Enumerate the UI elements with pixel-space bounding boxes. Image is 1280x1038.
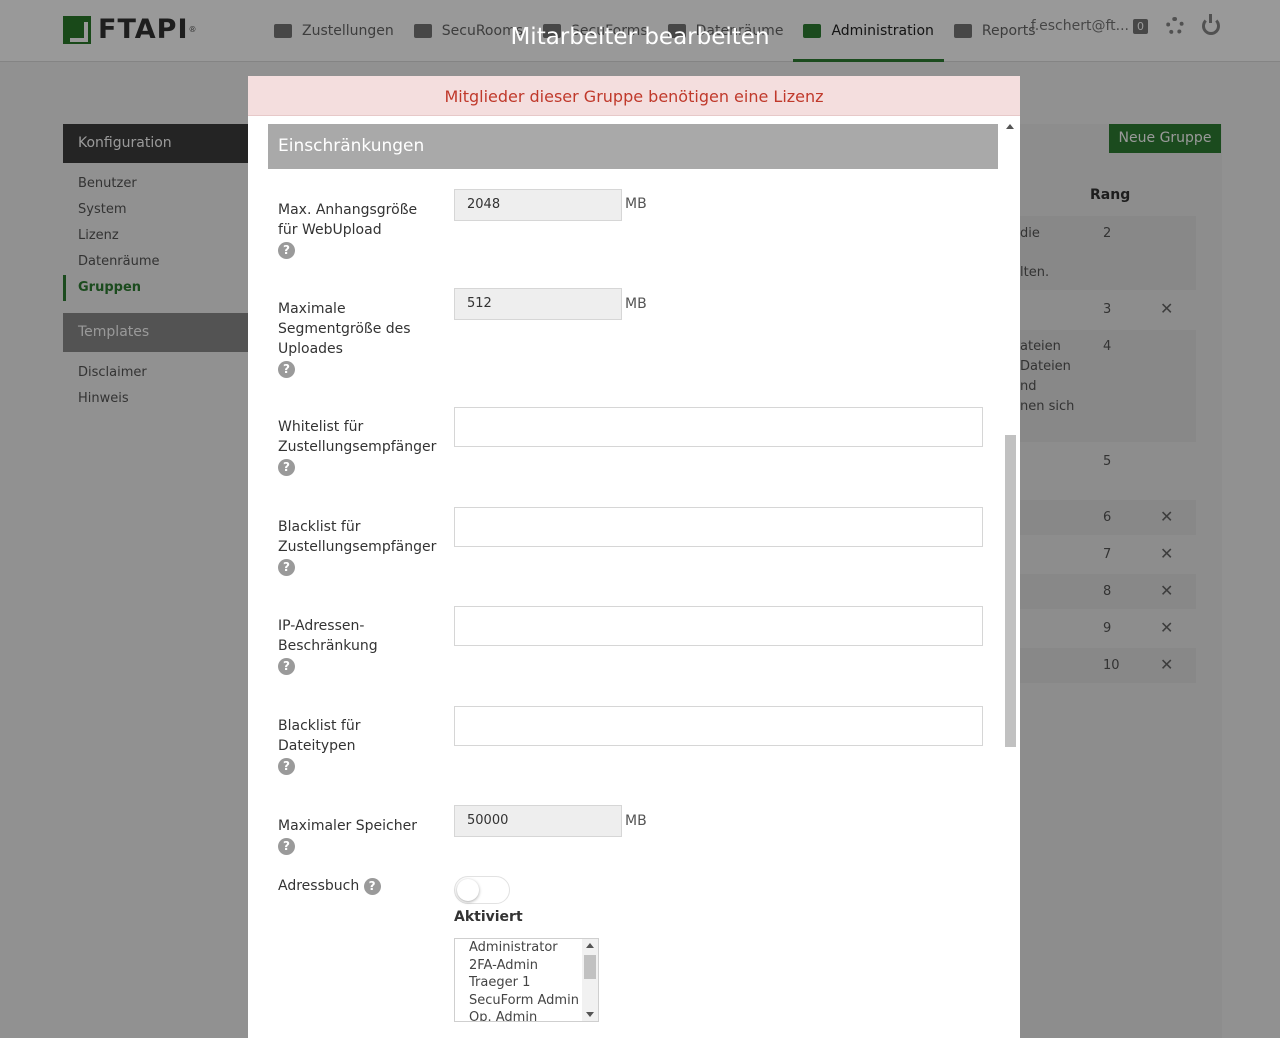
edit-group-modal: Mitglieder dieser Gruppe benötigen eine … — [248, 76, 1020, 1038]
label-line: IP-Adressen- — [278, 618, 365, 634]
label-line: Uploades — [278, 341, 343, 357]
listbox-scrollbar[interactable] — [582, 939, 598, 1021]
label-line: Segmentgröße des — [278, 321, 411, 337]
select-option[interactable]: Administrator — [455, 939, 598, 957]
label-line: Blacklist für — [278, 718, 361, 734]
license-alert: Mitglieder dieser Gruppe benötigen eine … — [248, 76, 1020, 116]
max-segment-input[interactable]: 512 — [454, 288, 622, 320]
label-line: Zustellungsempfänger — [278, 539, 437, 555]
scroll-up-arrow-icon[interactable] — [586, 943, 594, 948]
label-line: Maximaler Speicher — [278, 818, 417, 834]
max-segment-label: Maximale Segmentgröße des Uploades ? — [278, 299, 438, 378]
label-line: Maximale — [278, 301, 346, 317]
ip-restriction-input[interactable] — [454, 606, 983, 646]
select-option[interactable]: Traeger 1 — [455, 974, 598, 992]
label-line: Dateitypen — [278, 738, 356, 754]
label-line: Max. Anhangsgröße — [278, 202, 418, 218]
max-storage-input[interactable]: 50000 — [454, 805, 622, 837]
label-line: Whitelist für — [278, 419, 364, 435]
help-icon[interactable]: ? — [363, 877, 381, 895]
toggle-caption: Aktiviert — [454, 909, 523, 925]
select-option[interactable]: 2FA-Admin — [455, 957, 598, 975]
scroll-up-arrow-icon[interactable] — [1006, 124, 1014, 129]
help-icon[interactable]: ? — [278, 758, 295, 775]
unit-label: MB — [625, 196, 647, 212]
label-line: Adressbuch — [278, 878, 360, 894]
unit-label: MB — [625, 813, 647, 829]
select-option[interactable]: SecuForm Admin — [455, 992, 598, 1010]
blacklist-input[interactable] — [454, 507, 983, 547]
label-line: Beschränkung — [278, 638, 378, 654]
scrollbar-thumb[interactable] — [584, 955, 596, 979]
whitelist-input[interactable] — [454, 407, 983, 447]
select-option[interactable]: Op. Admin — [455, 1009, 598, 1021]
max-storage-label: Maximaler Speicher ? — [278, 816, 438, 855]
help-icon[interactable]: ? — [278, 242, 295, 259]
filetype-blacklist-input[interactable] — [454, 706, 983, 746]
help-icon[interactable]: ? — [278, 459, 295, 476]
help-icon[interactable]: ? — [278, 838, 295, 855]
help-icon[interactable]: ? — [278, 559, 295, 576]
addressbook-group-select[interactable]: Administrator 2FA-Admin Traeger 1 SecuFo… — [454, 938, 599, 1022]
label-line: für WebUpload — [278, 222, 382, 238]
ip-restriction-label: IP-Adressen- Beschränkung ? — [278, 616, 438, 675]
scroll-down-arrow-icon[interactable] — [586, 1012, 594, 1017]
addressbook-toggle[interactable] — [454, 876, 510, 904]
modal-scrollbar[interactable] — [1002, 121, 1018, 1038]
unit-label: MB — [625, 296, 647, 312]
label-line: Blacklist für — [278, 519, 361, 535]
help-icon[interactable]: ? — [278, 361, 295, 378]
modal-title: Mitarbeiter bearbeiten — [510, 24, 770, 50]
whitelist-label: Whitelist für Zustellungsempfänger ? — [278, 417, 438, 476]
section-header-restrictions: Einschränkungen — [268, 124, 998, 169]
max-attachment-label: Max. Anhangsgröße für WebUpload ? — [278, 200, 438, 259]
max-attachment-input[interactable]: 2048 — [454, 189, 622, 221]
label-line: Zustellungsempfänger — [278, 439, 437, 455]
scrollbar-thumb[interactable] — [1005, 435, 1016, 747]
help-icon[interactable]: ? — [278, 658, 295, 675]
addressbook-label: Adressbuch ? — [278, 876, 438, 896]
filetype-blacklist-label: Blacklist für Dateitypen ? — [278, 716, 438, 775]
blacklist-label: Blacklist für Zustellungsempfänger ? — [278, 517, 438, 576]
